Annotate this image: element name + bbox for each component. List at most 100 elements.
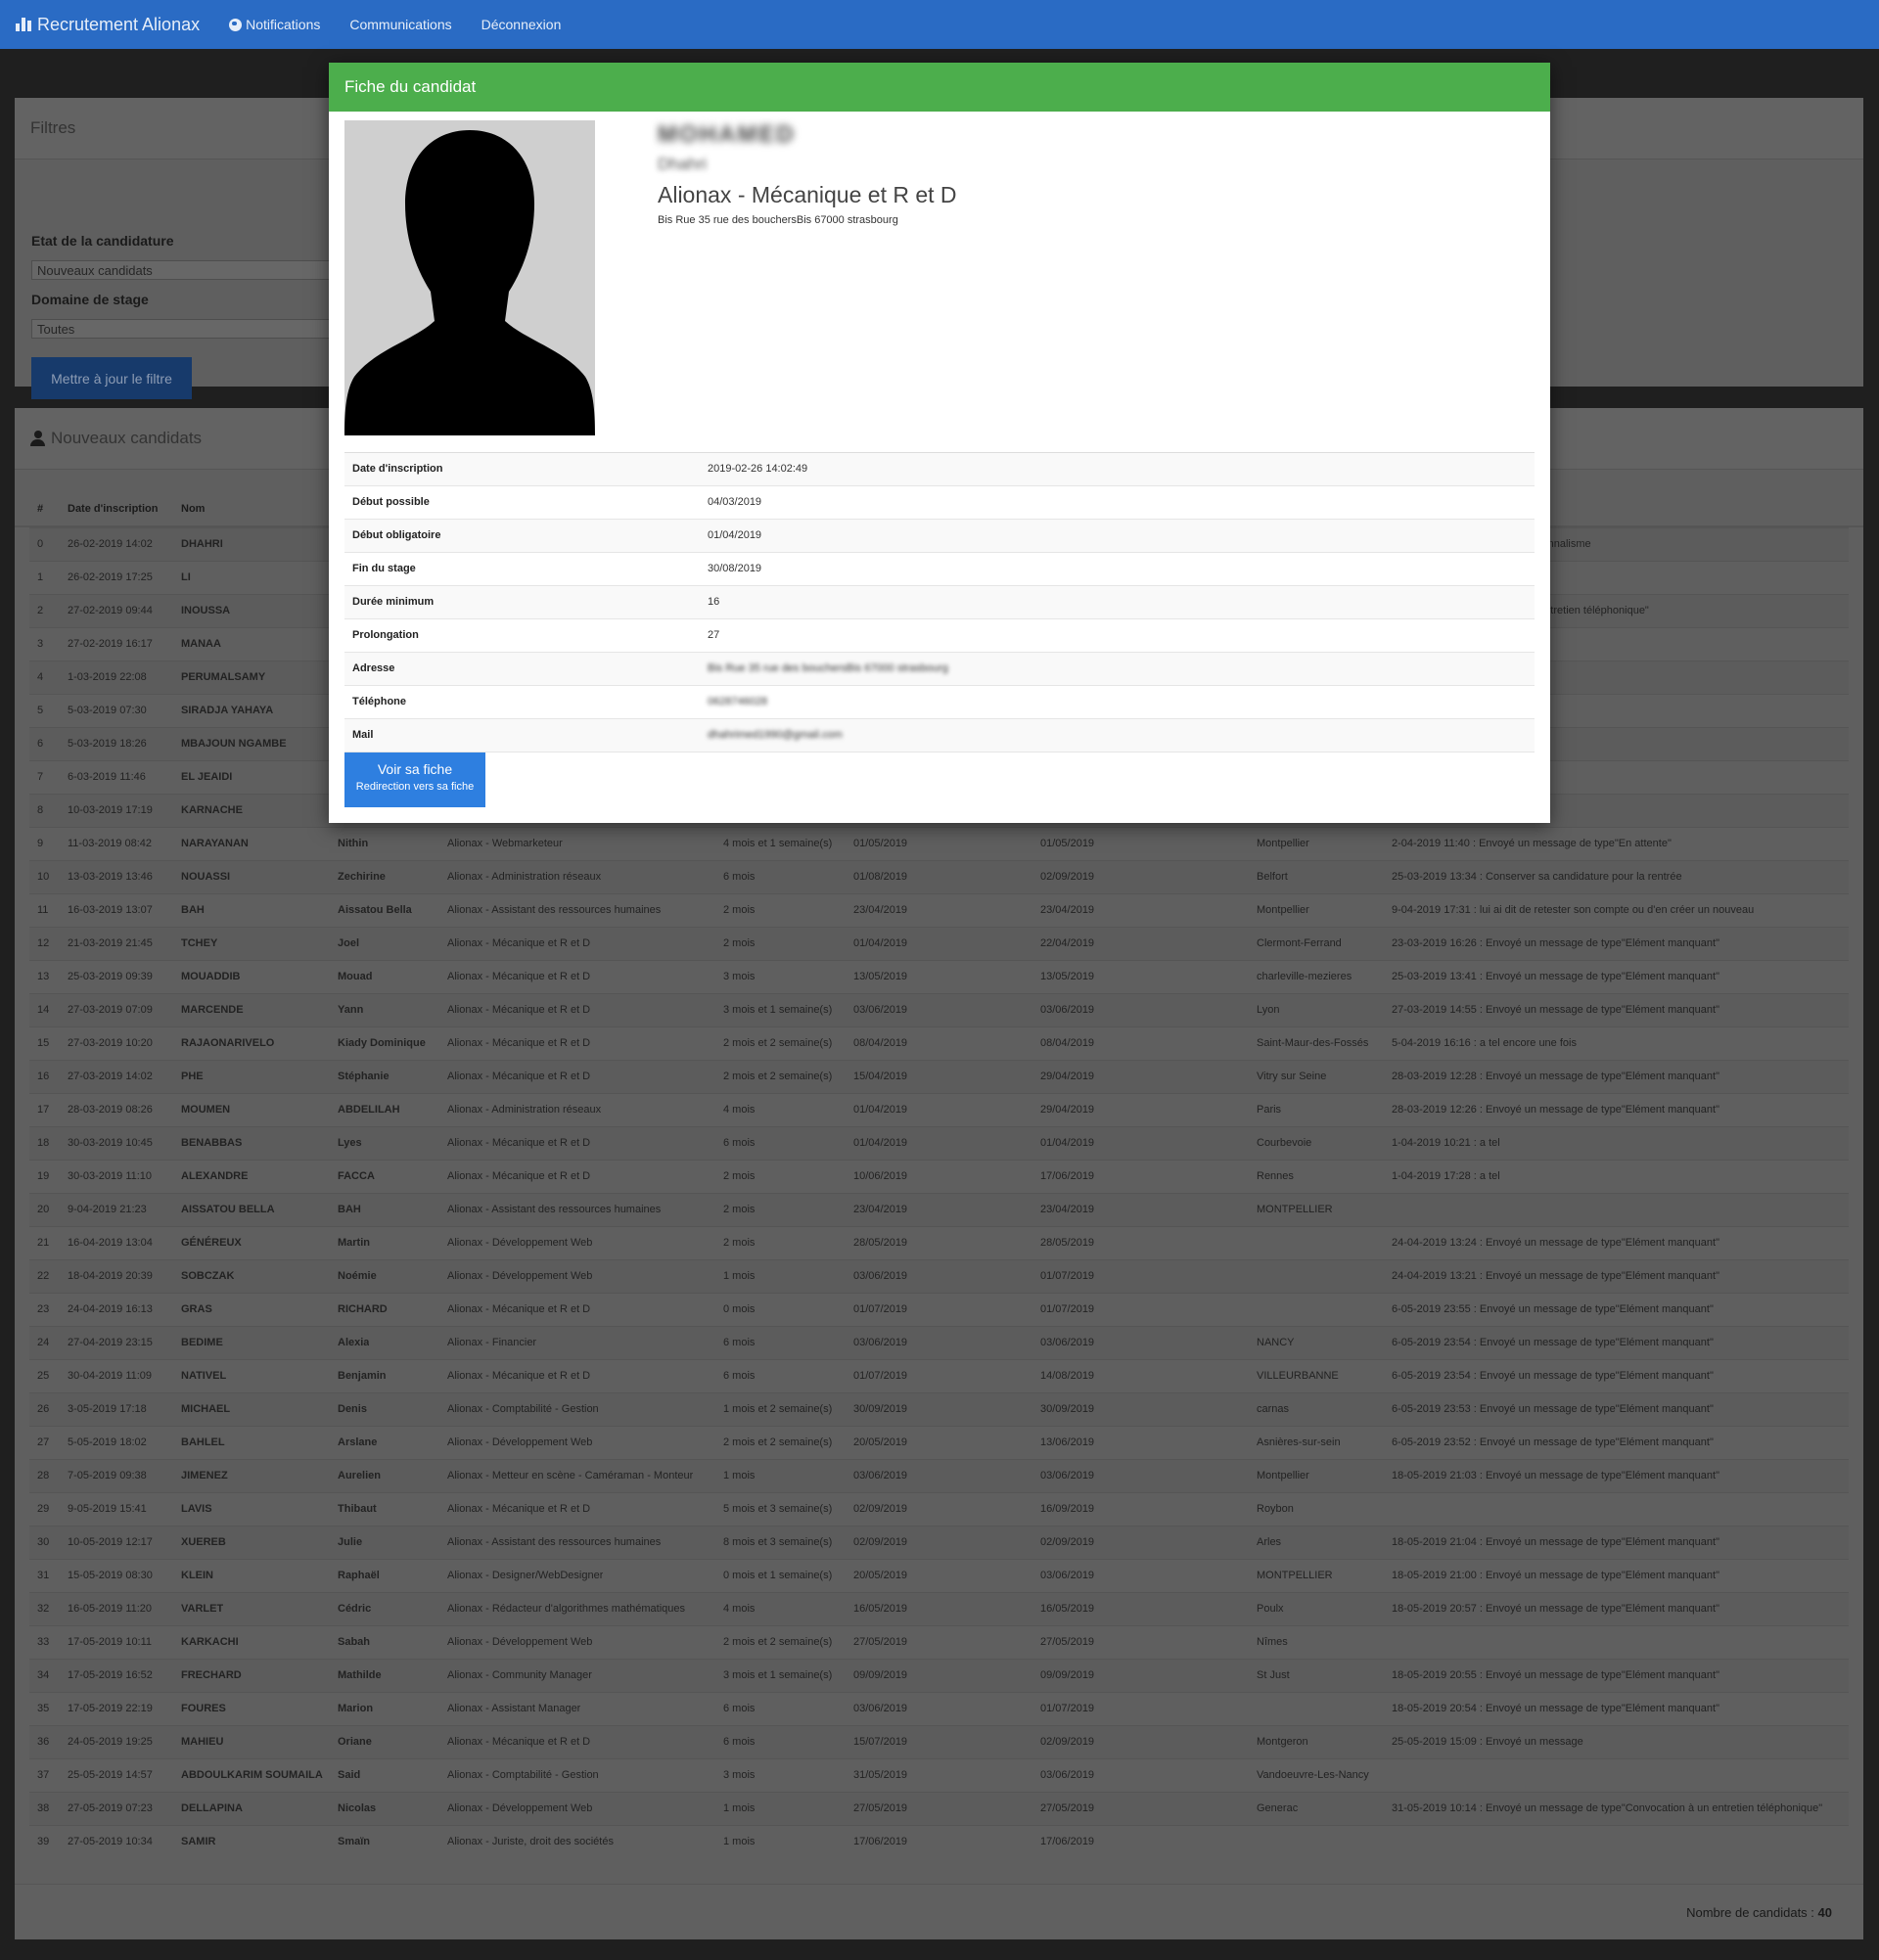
cell-lastname: GRAS	[181, 1303, 212, 1315]
table-row[interactable]: 33 17-05-2019 10:11 KARKACHI Sabah Alionax -…	[29, 1625, 1849, 1659]
domain-filter-select[interactable]: Toutes	[31, 319, 335, 339]
nav-logout[interactable]: Déconnexion	[481, 17, 562, 32]
table-row[interactable]: 25 30-04-2019 11:09 NATIVEL Benjamin Alionax…	[29, 1359, 1849, 1392]
table-row[interactable]: 38 27-05-2019 07:23 DELLAPINA Nicolas Aliona…	[29, 1792, 1849, 1825]
table-row[interactable]: 39 27-05-2019 10:34 SAMIR Smaïn Alionax - Ju…	[29, 1825, 1849, 1858]
nav-notifications[interactable]: Notifications	[229, 17, 320, 32]
cell-lastname: XUEREB	[181, 1536, 226, 1548]
table-row[interactable]: 12 21-03-2019 21:45 TCHEY Joel Alionax - Méc…	[29, 927, 1849, 960]
cell-duration: 6 mois	[723, 1736, 756, 1748]
cell-num: 13	[37, 971, 50, 982]
table-row[interactable]: 37 25-05-2019 14:57 ABDOULKARIM SOUMAILA Sa…	[29, 1758, 1849, 1792]
cell-duration: 2 mois et 2 semaine(s)	[723, 1636, 833, 1648]
table-row[interactable]: 15 27-03-2019 10:20 RAJAONARIVELO Kiady Dom…	[29, 1026, 1849, 1060]
cell-lastname: MICHAEL	[181, 1403, 231, 1415]
cell-duration: 2 mois	[723, 1170, 756, 1182]
cell-date: 27-05-2019 07:23	[68, 1802, 153, 1814]
cell-lastname: MBAJOUN NGAMBE	[181, 738, 287, 750]
user-icon	[30, 431, 45, 446]
table-row[interactable]: 19 30-03-2019 11:10 ALEXANDRE FACCA Alionax …	[29, 1160, 1849, 1193]
cell-start: 01/04/2019	[853, 1137, 908, 1149]
cell-end: 17/06/2019	[1040, 1170, 1095, 1182]
update-filter-button[interactable]: Mettre à jour le filtre	[31, 357, 192, 399]
table-row[interactable]: 30 10-05-2019 12:17 XUEREB Julie Alionax - A…	[29, 1526, 1849, 1559]
cell-date: 27-05-2019 10:34	[68, 1836, 153, 1847]
avatar-silhouette	[344, 120, 595, 435]
cell-start: 27/05/2019	[853, 1636, 908, 1648]
nav-communications[interactable]: Communications	[349, 17, 451, 32]
cell-lastname: SAMIR	[181, 1836, 216, 1847]
cell-end: 01/05/2019	[1040, 838, 1095, 849]
table-row[interactable]: 16 27-03-2019 14:02 PHE Stéphanie Alionax - …	[29, 1060, 1849, 1093]
cell-date: 5-05-2019 18:02	[68, 1436, 147, 1448]
cell-position: Alionax - Développement Web	[447, 1436, 593, 1448]
cell-position: Alionax - Développement Web	[447, 1270, 593, 1282]
cell-date: 15-05-2019 08:30	[68, 1570, 153, 1581]
cell-lastname: BENABBAS	[181, 1137, 243, 1149]
table-row[interactable]: 34 17-05-2019 16:52 FRECHARD Mathilde Aliona…	[29, 1659, 1849, 1692]
cell-city: Asnières-sur-sein	[1257, 1436, 1341, 1448]
cell-duration: 2 mois	[723, 1204, 756, 1215]
cell-duration: 0 mois	[723, 1303, 756, 1315]
info-label: Prolongation	[352, 629, 419, 641]
candidate-address: Bis Rue 35 rue des bouchersBis 67000 str…	[658, 214, 898, 226]
cell-end: 27/05/2019	[1040, 1636, 1095, 1648]
cell-end: 17/06/2019	[1040, 1836, 1095, 1847]
cell-note: 1-04-2019 17:28 : a tel	[1392, 1170, 1500, 1182]
cell-end: 01/07/2019	[1040, 1703, 1095, 1714]
state-filter-select[interactable]: Nouveaux candidats	[31, 260, 335, 280]
cell-start: 03/06/2019	[853, 1470, 908, 1481]
brand-link[interactable]: Recrutement Alionax	[16, 15, 200, 35]
cell-position: Alionax - Mécanique et R et D	[447, 1503, 591, 1515]
table-row[interactable]: 17 28-03-2019 08:26 MOUMEN ABDELILAH Alionax…	[29, 1093, 1849, 1126]
cell-firstname: Aissatou Bella	[338, 904, 412, 916]
cell-lastname: FRECHARD	[181, 1669, 242, 1681]
table-row[interactable]: 24 27-04-2019 23:15 BEDIME Alexia Alionax - …	[29, 1326, 1849, 1359]
cell-date: 17-05-2019 16:52	[68, 1669, 153, 1681]
cell-position: Alionax - Mécanique et R et D	[447, 1736, 591, 1748]
cell-firstname: Stéphanie	[338, 1071, 390, 1082]
cell-date: 25-03-2019 09:39	[68, 971, 153, 982]
cell-start: 01/04/2019	[853, 937, 908, 949]
table-row[interactable]: 11 16-03-2019 13:07 BAH Aissatou Bella Alion…	[29, 893, 1849, 927]
cell-date: 16-04-2019 13:04	[68, 1237, 153, 1249]
cell-num: 2	[37, 605, 44, 616]
cell-city: Montpellier	[1257, 904, 1309, 916]
cell-num: 26	[37, 1403, 50, 1415]
cell-num: 21	[37, 1237, 50, 1249]
table-row[interactable]: 13 25-03-2019 09:39 MOUADDIB Mouad Alionax -…	[29, 960, 1849, 993]
table-row[interactable]: 27 5-05-2019 18:02 BAHLEL Arslane Alionax - …	[29, 1426, 1849, 1459]
table-row[interactable]: 22 18-04-2019 20:39 SOBCZAK Noémie Alionax -…	[29, 1259, 1849, 1293]
table-row[interactable]: 29 9-05-2019 15:41 LAVIS Thibaut Alionax - M…	[29, 1492, 1849, 1526]
table-row[interactable]: 35 17-05-2019 22:19 FOURES Marion Alionax - …	[29, 1692, 1849, 1725]
cell-lastname: DELLAPINA	[181, 1802, 243, 1814]
info-value: 2019-02-26 14:02:49	[708, 463, 808, 475]
cell-position: Alionax - Comptabilité - Gestion	[447, 1403, 599, 1415]
cell-start: 01/04/2019	[853, 1104, 908, 1116]
cell-note: 5-04-2019 16:16 : a tel encore une fois	[1392, 1037, 1577, 1049]
table-row[interactable]: 36 24-05-2019 19:25 MAHIEU Oriane Alionax - …	[29, 1725, 1849, 1758]
candidates-count-label: Nombre de candidats :	[1686, 1905, 1814, 1920]
cell-end: 01/07/2019	[1040, 1270, 1095, 1282]
table-row[interactable]: 21 16-04-2019 13:04 GÉNÉREUX Martin Alionax …	[29, 1226, 1849, 1259]
table-row[interactable]: 26 3-05-2019 17:18 MICHAEL Denis Alionax - C…	[29, 1392, 1849, 1426]
cell-end: 08/04/2019	[1040, 1037, 1095, 1049]
cell-num: 32	[37, 1603, 50, 1615]
table-row[interactable]: 10 13-03-2019 13:46 NOUASSI Zechirine Aliona…	[29, 860, 1849, 893]
table-row[interactable]: 14 27-03-2019 07:09 MARCENDE Yann Alionax - …	[29, 993, 1849, 1026]
view-profile-button[interactable]: Voir sa fiche Redirection vers sa fiche	[344, 752, 485, 807]
table-row[interactable]: 31 15-05-2019 08:30 KLEIN Raphaël Alionax - …	[29, 1559, 1849, 1592]
cell-lastname: SIRADJA YAHAYA	[181, 705, 274, 716]
table-row[interactable]: 32 16-05-2019 11:20 VARLET Cédric Alionax - …	[29, 1592, 1849, 1625]
table-row[interactable]: 9 11-03-2019 08:42 NARAYANAN Nithin Alionax …	[29, 827, 1849, 860]
cell-firstname: Arslane	[338, 1436, 378, 1448]
cell-lastname: BEDIME	[181, 1337, 223, 1348]
cell-lastname: PERUMALSAMY	[181, 671, 266, 683]
table-row[interactable]: 23 24-04-2019 16:13 GRAS RICHARD Alionax - M…	[29, 1293, 1849, 1326]
cell-duration: 4 mois	[723, 1104, 756, 1116]
cell-duration: 2 mois	[723, 1237, 756, 1249]
table-row[interactable]: 18 30-03-2019 10:45 BENABBAS Lyes Alionax - …	[29, 1126, 1849, 1160]
cell-num: 33	[37, 1636, 50, 1648]
table-row[interactable]: 20 9-04-2019 21:23 AISSATOU BELLA BAH Aliona…	[29, 1193, 1849, 1226]
table-row[interactable]: 28 7-05-2019 09:38 JIMENEZ Aurelien Alionax …	[29, 1459, 1849, 1492]
